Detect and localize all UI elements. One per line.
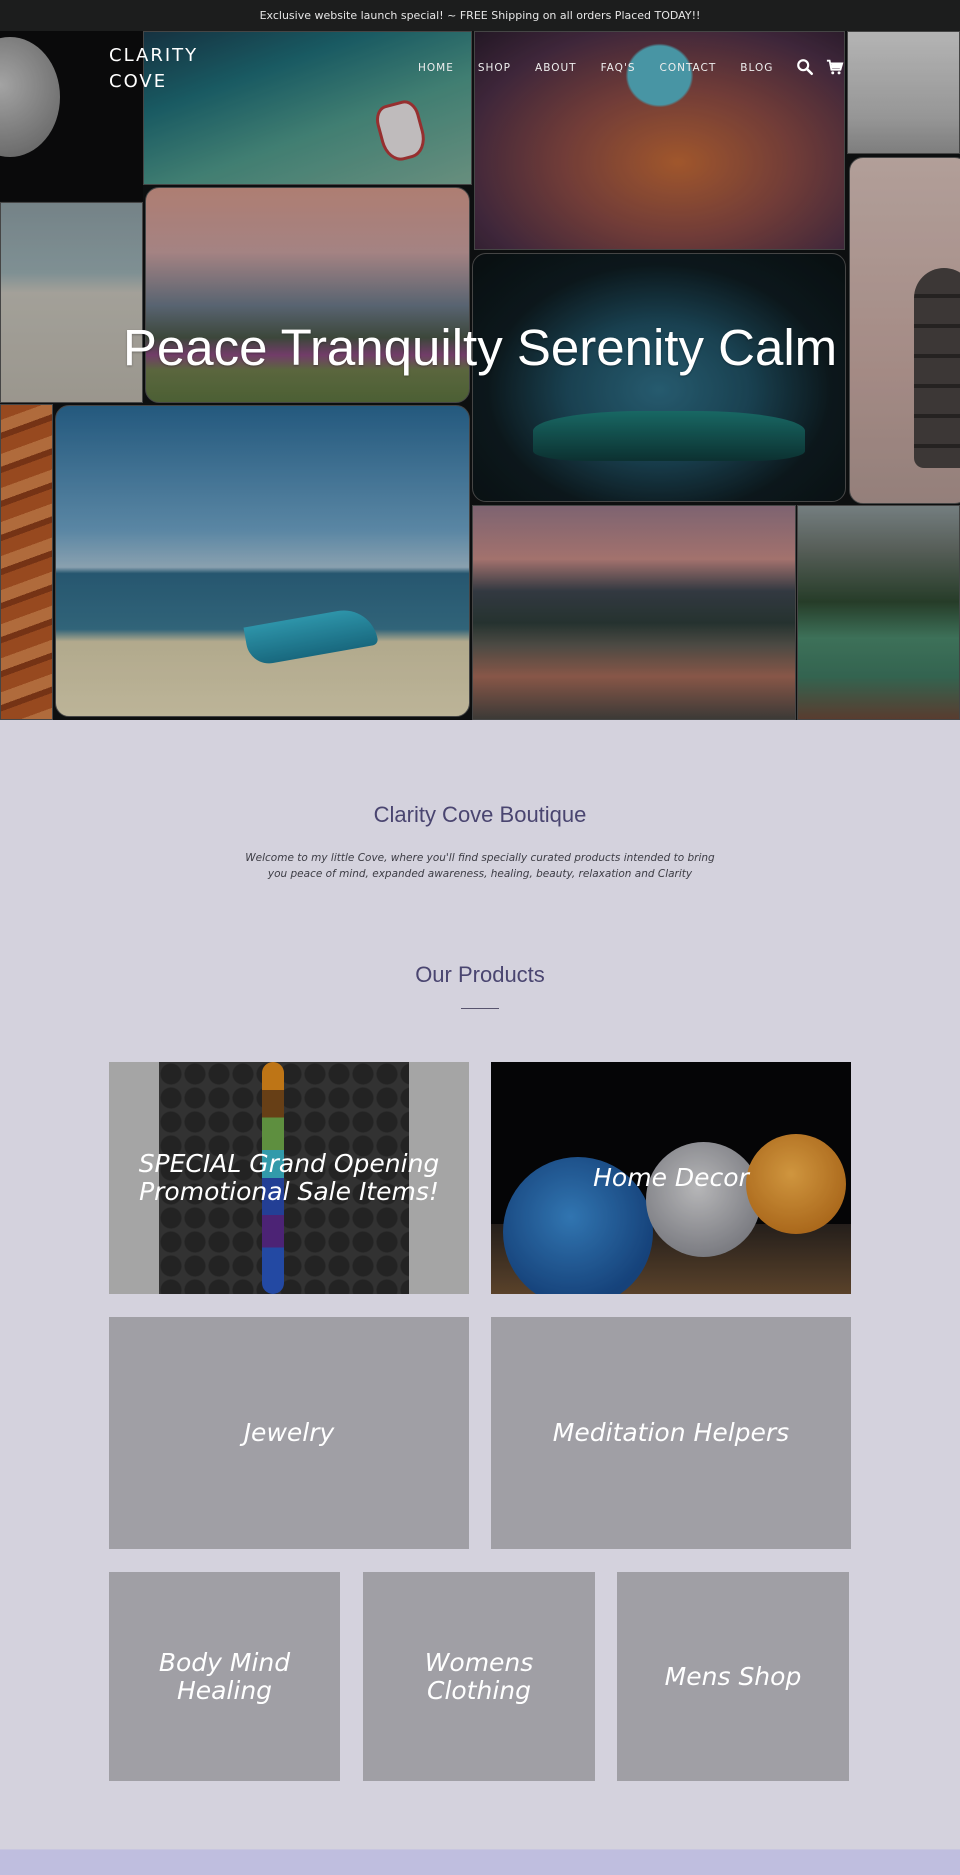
collection-label: Womens Clothing: [424, 1647, 534, 1705]
collection-mens-shop[interactable]: Mens Shop: [617, 1572, 849, 1781]
search-button[interactable]: [796, 58, 814, 76]
collection-label: Mens Shop: [664, 1661, 802, 1691]
collection-special-sale[interactable]: SPECIAL Grand Opening Promotional Sale I…: [109, 1062, 469, 1294]
collection-home-decor[interactable]: Home Decor: [491, 1062, 851, 1294]
footer-band: [0, 1849, 960, 1875]
cart-icon: [826, 59, 844, 75]
intro-heading: Clarity Cove Boutique: [373, 802, 587, 827]
collection-jewelry[interactable]: Jewelry: [109, 1317, 469, 1549]
collection-womens-clothing[interactable]: Womens Clothing: [363, 1572, 595, 1781]
collection-label: Meditation Helpers: [552, 1418, 790, 1447]
collection-label: Home Decor: [593, 1163, 749, 1192]
site-header: CLARITY COVE HOME SHOP ABOUT FAQ'S CONTA…: [0, 31, 960, 131]
products-divider: [461, 1008, 499, 1009]
hero-title: Peace Tranquilty Serenity Calm: [122, 319, 838, 376]
header-icons: [796, 58, 844, 76]
search-icon: [797, 59, 814, 76]
nav-faqs[interactable]: FAQ'S: [601, 62, 636, 74]
announcement-bar: Exclusive website launch special! ~ FREE…: [0, 0, 960, 31]
nav-home[interactable]: HOME: [418, 62, 454, 74]
nav-contact[interactable]: CONTACT: [660, 62, 717, 74]
intro-text: Welcome to my little Cove, where you'll …: [245, 852, 715, 880]
cart-button[interactable]: [826, 58, 844, 76]
announcement-text: Exclusive website launch special! ~ FREE…: [259, 9, 701, 22]
main-nav: HOME SHOP ABOUT FAQ'S CONTACT BLOG: [418, 62, 797, 74]
collection-label: Body Mind Healing: [158, 1647, 291, 1705]
nav-blog[interactable]: BLOG: [740, 62, 773, 74]
collection-label: SPECIAL Grand Opening Promotional Sale I…: [138, 1149, 440, 1206]
logo-line-1: CLARITY: [109, 45, 199, 66]
logo-line-2: COVE: [109, 71, 168, 92]
nav-shop[interactable]: SHOP: [478, 62, 511, 74]
collection-meditation-helpers[interactable]: Meditation Helpers: [491, 1317, 851, 1549]
collection-label: Jewelry: [243, 1418, 335, 1447]
products-heading: Our Products: [415, 962, 545, 987]
nav-about[interactable]: ABOUT: [535, 62, 577, 74]
site-logo[interactable]: CLARITY COVE: [109, 43, 198, 95]
collection-body-mind-healing[interactable]: Body Mind Healing: [109, 1572, 340, 1781]
intro-section: Clarity Cove Boutique Welcome to my litt…: [0, 802, 960, 882]
